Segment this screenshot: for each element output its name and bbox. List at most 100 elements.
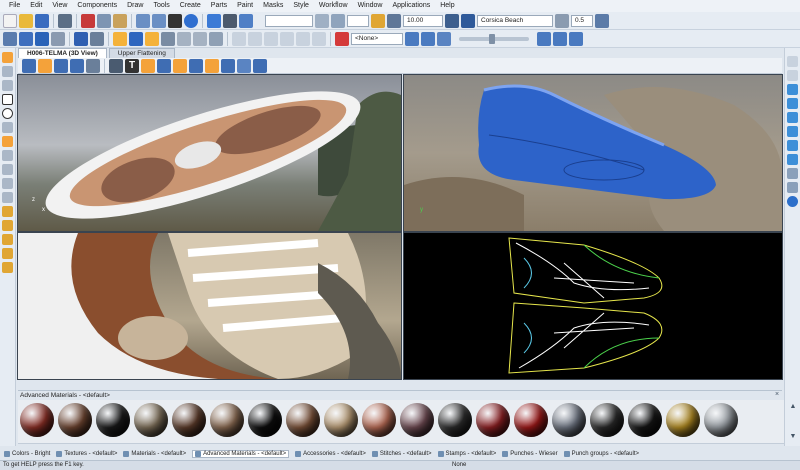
copy-icon[interactable] xyxy=(97,13,111,28)
tab-3d-view[interactable]: H006-TELMA (3D View) xyxy=(18,48,107,58)
sole-icon[interactable] xyxy=(221,58,235,73)
size-input[interactable]: 10.00 xyxy=(403,14,443,27)
grid-icon[interactable] xyxy=(223,13,237,28)
grid-view-icon[interactable] xyxy=(237,58,251,73)
transform-icon[interactable] xyxy=(253,58,267,73)
highlight-icon[interactable] xyxy=(113,31,127,46)
viewport-sole-view[interactable]: z x xyxy=(17,74,402,232)
shoe-left-icon[interactable] xyxy=(787,112,798,123)
shoe-front-icon[interactable] xyxy=(787,84,798,95)
last-icon[interactable] xyxy=(90,31,104,46)
stamp-icon[interactable] xyxy=(141,58,155,73)
paint-icon[interactable] xyxy=(38,58,52,73)
fill-tool-icon[interactable] xyxy=(2,136,13,147)
material-swatch[interactable] xyxy=(476,403,510,437)
open-folder-icon[interactable] xyxy=(19,13,33,28)
material-swatch[interactable] xyxy=(514,403,548,437)
scroll-down-icon[interactable]: ▼ xyxy=(788,432,798,442)
trim-icon[interactable] xyxy=(109,58,123,73)
undo-icon[interactable] xyxy=(136,13,150,28)
light-icon[interactable] xyxy=(445,13,459,28)
print-icon[interactable] xyxy=(58,13,72,28)
join-icon[interactable] xyxy=(569,31,583,46)
library-tab[interactable]: Stamps - <default> xyxy=(437,451,496,457)
flatten-icon[interactable] xyxy=(421,31,435,46)
library-tab[interactable]: Advanced Materials - <default> xyxy=(192,450,290,458)
material-swatch[interactable] xyxy=(96,403,130,437)
lining-tool-icon[interactable] xyxy=(2,248,13,259)
menu-paint[interactable]: Paint xyxy=(232,0,258,12)
rotate-view-icon[interactable] xyxy=(19,31,33,46)
pointer-tool-icon[interactable] xyxy=(2,52,13,63)
back-icon[interactable] xyxy=(787,196,798,207)
menu-style[interactable]: Style xyxy=(288,0,314,12)
material-swatch[interactable] xyxy=(172,403,206,437)
menu-tools[interactable]: Tools xyxy=(148,0,174,12)
viewport-flattening-view[interactable] xyxy=(403,232,783,380)
material-swatch[interactable] xyxy=(552,403,586,437)
settings-icon[interactable] xyxy=(315,13,329,28)
material-swatch[interactable] xyxy=(324,403,358,437)
wireframe-icon[interactable] xyxy=(51,31,65,46)
menu-components[interactable]: Components xyxy=(72,0,122,12)
material-swatch[interactable] xyxy=(134,403,168,437)
redo-icon[interactable] xyxy=(152,13,166,28)
material-swatch[interactable] xyxy=(210,403,244,437)
material-swatch[interactable] xyxy=(248,403,282,437)
material-swatch[interactable] xyxy=(628,403,662,437)
polygon-tool-icon[interactable] xyxy=(2,122,13,133)
shoe-right-icon[interactable] xyxy=(787,126,798,137)
menu-view[interactable]: View xyxy=(47,0,72,12)
sole-tool-icon[interactable] xyxy=(2,262,13,273)
menu-draw[interactable]: Draw xyxy=(122,0,148,12)
curve-tool-icon[interactable] xyxy=(2,80,13,91)
menu-parts[interactable]: Parts xyxy=(206,0,232,12)
material-icon[interactable] xyxy=(145,31,159,46)
panel-close-icon[interactable]: × xyxy=(772,390,782,400)
pan-icon[interactable] xyxy=(54,58,68,73)
accessory-icon[interactable] xyxy=(173,58,187,73)
viewport-detail-view[interactable] xyxy=(17,232,402,380)
material-swatch[interactable] xyxy=(20,403,54,437)
material-swatch[interactable] xyxy=(438,403,472,437)
cut-icon[interactable] xyxy=(81,13,95,28)
library-tab[interactable]: Punches - Wieser xyxy=(502,451,558,457)
points-icon[interactable] xyxy=(312,31,326,46)
menu-help[interactable]: Help xyxy=(435,0,459,12)
line-icon[interactable] xyxy=(193,31,207,46)
library-tab[interactable]: Textures - <default> xyxy=(56,451,117,457)
stitch-tool-icon[interactable] xyxy=(2,206,13,217)
target-icon[interactable] xyxy=(335,31,349,46)
menu-window[interactable]: Window xyxy=(353,0,388,12)
spiral-tool-icon[interactable] xyxy=(2,150,13,161)
eyelet-icon[interactable] xyxy=(205,58,219,73)
punch-icon[interactable] xyxy=(157,58,171,73)
material-swatch[interactable] xyxy=(400,403,434,437)
environment-settings-icon[interactable] xyxy=(555,13,569,28)
material-swatch[interactable] xyxy=(704,403,738,437)
view-icon[interactable] xyxy=(239,13,253,28)
material-swatch[interactable] xyxy=(666,403,700,437)
menu-applications[interactable]: Applications xyxy=(387,0,435,12)
color-field[interactable] xyxy=(347,14,369,27)
shoe-icon[interactable] xyxy=(74,31,88,46)
library-tab[interactable]: Accessories - <default> xyxy=(295,451,366,457)
mirror-icon[interactable] xyxy=(296,31,310,46)
library-tab[interactable]: Materials - <default> xyxy=(123,451,186,457)
menu-create[interactable]: Create xyxy=(175,0,206,12)
globe-icon[interactable] xyxy=(461,13,475,28)
menu-edit[interactable]: Edit xyxy=(25,0,47,12)
new-file-icon[interactable] xyxy=(3,13,17,28)
orbit-icon[interactable] xyxy=(22,58,36,73)
fold-tool-icon[interactable] xyxy=(2,234,13,245)
offset-icon[interactable] xyxy=(280,31,294,46)
rectangle-tool-icon[interactable] xyxy=(2,94,13,105)
view-top-icon[interactable] xyxy=(787,56,798,67)
text-icon[interactable]: T xyxy=(125,58,139,73)
material-swatch[interactable] xyxy=(286,403,320,437)
scroll-up-icon[interactable]: ▲ xyxy=(788,402,798,412)
slider-thumb[interactable] xyxy=(489,33,495,44)
wave-icon[interactable] xyxy=(264,31,278,46)
library-tab[interactable]: Colors - Bright xyxy=(4,451,50,457)
save-icon[interactable] xyxy=(35,13,49,28)
